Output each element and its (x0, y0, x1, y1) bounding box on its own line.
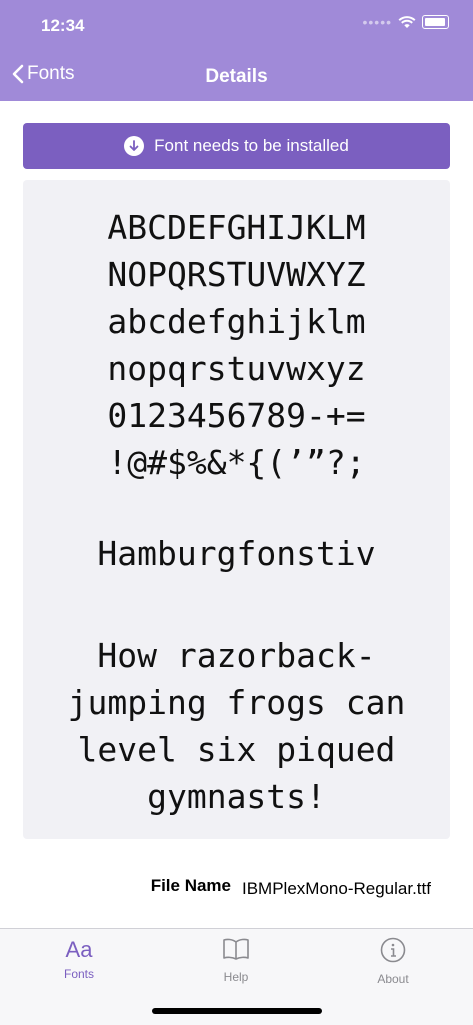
glyph-line: NOPQRSTUVWXYZ (107, 255, 366, 294)
font-preview: ABCDEFGHIJKLM NOPQRSTUVWXYZ abcdefghijkl… (23, 180, 450, 839)
tab-label: Help (223, 970, 249, 984)
wifi-icon (398, 15, 416, 28)
glyph-line: nopqrstuvwxyz (107, 349, 366, 388)
glyph-line: abcdefghijklm (107, 302, 366, 341)
install-font-button[interactable]: Font needs to be installed (23, 123, 450, 169)
file-name-label: File Name (150, 876, 231, 895)
tab-fonts[interactable]: Aa Fonts (34, 937, 124, 981)
sample-word: Hamburgfonstiv (97, 534, 376, 573)
file-info: File Name IBMPlexMono-Regular.ttf (0, 874, 473, 930)
status-icons: ••••• (362, 14, 449, 30)
book-icon (223, 938, 249, 960)
install-label: Font needs to be installed (154, 136, 349, 155)
page-title: Details (205, 66, 268, 87)
info-icon (380, 937, 406, 963)
file-name-value: IBMPlexMono-Regular.ttf (242, 879, 431, 898)
home-indicator (152, 1008, 322, 1014)
tab-help[interactable]: Help (191, 937, 281, 984)
header: 12:34 ••••• Fonts Details (0, 0, 473, 101)
download-icon (124, 136, 145, 156)
glyph-line: !@#$%&*{(’”?; (107, 443, 366, 482)
tab-about[interactable]: About (348, 937, 438, 986)
tab-label: About (377, 972, 409, 986)
signal-dots-icon: ••••• (362, 14, 392, 30)
battery-icon (422, 15, 449, 29)
pangram-line: gymnasts! (147, 777, 326, 816)
status-time: 12:34 (41, 16, 85, 35)
glyph-line: ABCDEFGHIJKLM (107, 208, 366, 247)
pangram-line: How razorback- (97, 636, 376, 675)
tab-label: Fonts (63, 967, 94, 981)
glyph-line: 0123456789-+= (107, 396, 366, 435)
pangram-sample: How razorback- jumping frogs can level s… (23, 632, 450, 820)
glyph-sample: ABCDEFGHIJKLM NOPQRSTUVWXYZ abcdefghijkl… (23, 204, 450, 486)
pangram-line: jumping frogs can (67, 683, 406, 722)
aa-icon: Aa (65, 937, 93, 962)
pangram-line: level six piqued (77, 730, 396, 769)
